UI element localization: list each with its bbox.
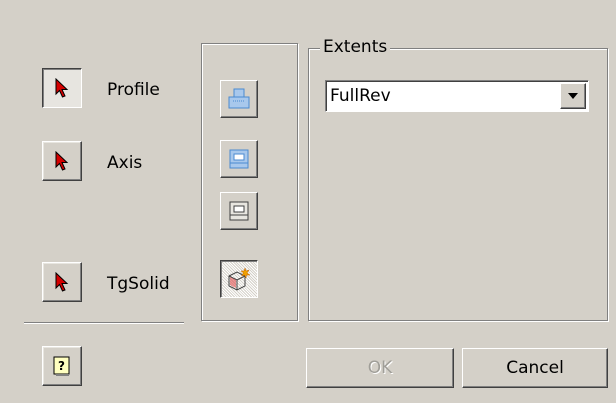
cursor-arrow-icon: [55, 151, 69, 171]
dropdown-arrow-button[interactable]: [560, 83, 586, 109]
operation-intersect-button[interactable]: [220, 192, 258, 230]
chevron-down-icon: [568, 93, 578, 99]
profile-select-button[interactable]: [42, 68, 82, 108]
new-body-button[interactable]: [220, 260, 258, 298]
cursor-arrow-icon: [55, 272, 69, 292]
ok-button[interactable]: OK: [306, 348, 454, 388]
extents-dropdown[interactable]: FullRev: [325, 80, 589, 112]
operation-add-button[interactable]: [220, 80, 258, 118]
axis-select-button[interactable]: [42, 141, 82, 181]
cursor-arrow-icon: [55, 78, 69, 98]
svg-text:?: ?: [58, 359, 65, 373]
cancel-button[interactable]: Cancel: [462, 348, 608, 388]
help-button[interactable]: ?: [42, 346, 82, 386]
operation-cut-button[interactable]: [220, 140, 258, 178]
extrude-add-icon: [228, 88, 250, 109]
tgsolid-select-button[interactable]: [42, 262, 82, 302]
profile-label: Profile: [107, 80, 160, 100]
extrude-intersect-icon: [229, 201, 249, 221]
extents-selected-value: FullRev: [330, 86, 391, 106]
tgsolid-label: TgSolid: [107, 274, 170, 294]
left-separator: [24, 322, 184, 324]
extents-legend: Extents: [320, 38, 391, 56]
extrude-cut-icon: [229, 149, 249, 169]
help-icon: ?: [53, 356, 70, 376]
axis-label: Axis: [107, 153, 143, 173]
new-body-icon: [228, 267, 251, 291]
